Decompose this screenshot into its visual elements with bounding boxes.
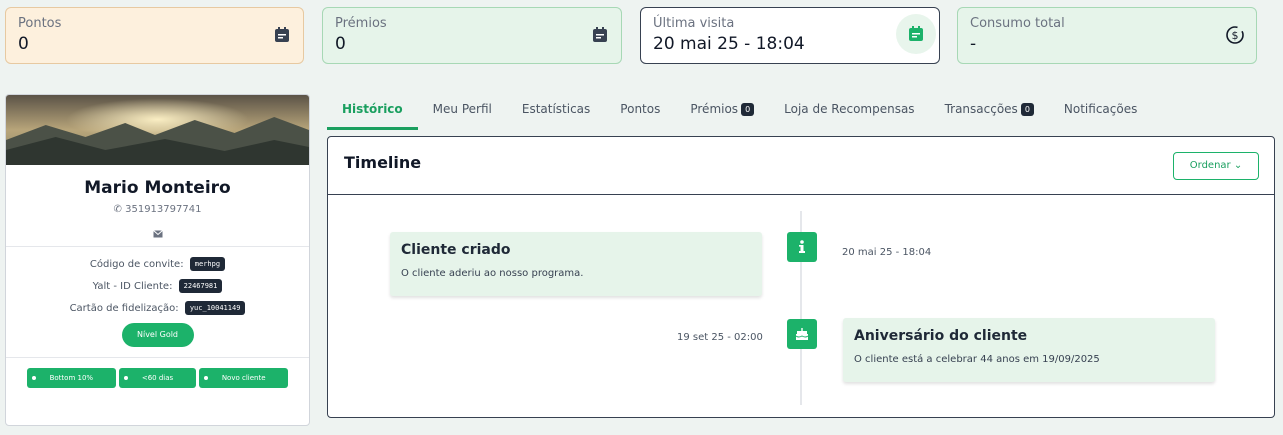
tab-transaccoes[interactable]: Transacções 0 [930, 94, 1049, 130]
calendar-edit-icon [896, 14, 936, 54]
divider [6, 357, 309, 358]
stat-card-pontos: Pontos 0 [5, 7, 304, 64]
timeline-header: Timeline Ordenar ⌄ [328, 137, 1274, 195]
tab-loja-recompensas[interactable]: Loja de Recompensas [769, 94, 929, 130]
profile-card: Mario Monteiro ✆ 351913797741 Código de … [5, 94, 310, 426]
info-icon [787, 232, 817, 262]
profile-meta: Código de convite: merhpg Yalt - ID Clie… [6, 257, 309, 317]
stat-value: 20 mai 25 - 18:04 [653, 34, 805, 54]
dollar-refresh-icon: $ [1224, 24, 1246, 46]
invite-code-label: Código de convite: [89, 259, 184, 270]
stat-label: Última visita [653, 16, 735, 31]
loyalty-card-label: Cartão de fidelização: [69, 303, 179, 314]
loyalty-card-badge: yuc_10041149 [184, 301, 246, 315]
calendar-icon [271, 24, 293, 46]
event-title: Cliente criado [401, 242, 511, 258]
tab-meu-perfil[interactable]: Meu Perfil [418, 94, 507, 130]
invite-code-row: Código de convite: merhpg [6, 257, 309, 273]
timeline-panel: Timeline Ordenar ⌄ Cliente criado O clie… [327, 136, 1275, 418]
order-label: Ordenar [1189, 160, 1231, 171]
stat-card-ultima-visita: Última visita 20 mai 25 - 18:04 [640, 7, 940, 64]
tab-bar: Histórico Meu Perfil Estatísticas Pontos… [327, 94, 1152, 130]
email-icon[interactable] [6, 223, 309, 238]
tab-label: Notificações [1063, 102, 1138, 116]
tag-new-client[interactable]: Novo cliente [199, 368, 288, 388]
calendar-icon [589, 24, 611, 46]
tab-premios[interactable]: Prémios 0 [675, 94, 769, 130]
tab-label: Transacções [944, 102, 1018, 116]
profile-name: Mario Monteiro [84, 178, 231, 198]
tab-label: Prémios [690, 102, 739, 116]
tag-days[interactable]: <60 dias [118, 368, 197, 388]
chevron-down-icon: ⌄ [1233, 160, 1243, 171]
phone-icon: ✆ [113, 204, 122, 215]
tab-notificacoes[interactable]: Notificações [1049, 94, 1152, 130]
event-date: 19 set 25 - 02:00 [677, 332, 763, 343]
tab-count-badge: 0 [741, 103, 755, 116]
phone-number: 351913797741 [125, 204, 202, 215]
tab-label: Histórico [342, 102, 403, 116]
stat-label: Pontos [18, 16, 62, 31]
timeline-event-card: Cliente criado O cliente aderiu ao nosso… [390, 232, 762, 296]
stat-card-consumo-total: Consumo total - $ [957, 7, 1257, 64]
stat-value: - [970, 34, 977, 54]
invite-code-badge: merhpg [189, 257, 226, 271]
event-title: Aniversário do cliente [854, 328, 1028, 344]
tab-label: Meu Perfil [432, 102, 492, 116]
profile-tags: Bottom 10% <60 dias Novo cliente [6, 368, 309, 388]
tab-pontos[interactable]: Pontos [605, 94, 675, 130]
cake-icon [787, 319, 817, 349]
tag-bottom[interactable]: Bottom 10% [27, 368, 116, 388]
timeline-title: Timeline [344, 153, 422, 172]
tab-historico[interactable]: Histórico [327, 94, 418, 130]
order-dropdown-button[interactable]: Ordenar ⌄ [1173, 152, 1259, 180]
level-badge-button[interactable]: Nível Gold [121, 323, 194, 347]
loyalty-card-row: Cartão de fidelização: yuc_10041149 [6, 301, 309, 317]
profile-phone: ✆ 351913797741 [6, 204, 309, 215]
stat-label: Consumo total [970, 16, 1065, 31]
event-text: O cliente aderiu ao nosso programa. [401, 268, 584, 279]
timeline-event-card: Aniversário do cliente O cliente está a … [843, 318, 1215, 382]
client-id-row: Yalt - ID Cliente: 22467981 [6, 279, 309, 295]
client-id-label: Yalt - ID Cliente: [92, 281, 173, 292]
svg-text:$: $ [1232, 29, 1239, 42]
tab-label: Estatísticas [521, 102, 591, 116]
stat-label: Prémios [335, 16, 387, 31]
profile-banner-image [6, 95, 309, 165]
event-text: O cliente está a celebrar 44 anos em 19/… [854, 354, 1100, 365]
tab-count-badge: 0 [1020, 103, 1034, 116]
stat-card-premios: Prémios 0 [322, 7, 622, 64]
tab-label: Pontos [620, 102, 661, 116]
stat-value: 0 [18, 34, 29, 54]
divider [6, 246, 309, 247]
event-date: 20 mai 25 - 18:04 [842, 247, 932, 258]
tab-estatisticas[interactable]: Estatísticas [507, 94, 605, 130]
client-id-badge: 22467981 [178, 279, 223, 293]
tab-label: Loja de Recompensas [784, 102, 915, 116]
stat-value: 0 [335, 34, 346, 54]
